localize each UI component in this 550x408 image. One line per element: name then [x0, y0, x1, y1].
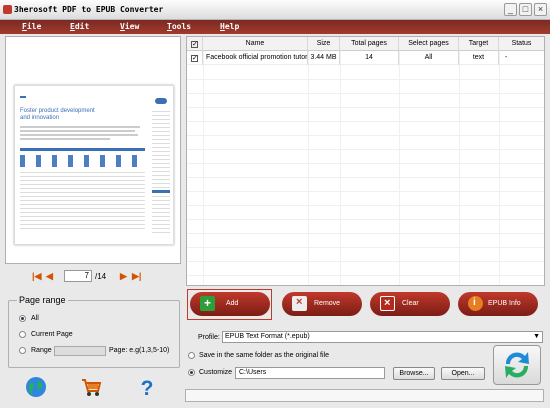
cell-target: text: [459, 51, 499, 65]
convert-icon: [505, 352, 529, 378]
profile-select[interactable]: EPUB Text Format (*.epub) ▼: [222, 331, 543, 343]
open-button[interactable]: Open...: [441, 367, 485, 380]
col-name[interactable]: Name: [203, 37, 308, 51]
title-bar: 3herosoft PDF to EPUB Converter _ □ ×: [0, 0, 550, 20]
range-all-radio[interactable]: [19, 315, 26, 322]
row-checkbox[interactable]: ✓: [187, 51, 203, 65]
col-status[interactable]: Status: [499, 37, 544, 51]
clear-list-icon: ×: [380, 296, 395, 311]
range-all-label: All: [31, 315, 39, 322]
window-title: 3herosoft PDF to EPUB Converter: [14, 5, 164, 14]
epub-info-button[interactable]: i EPUB Info: [458, 292, 538, 316]
col-select-pages[interactable]: Select pages: [399, 37, 459, 51]
prev-page-button[interactable]: ◀: [46, 271, 53, 282]
range-hint: Page: e.g(1,3,5-10): [109, 347, 170, 354]
cell-status: -: [505, 54, 508, 61]
remove-button[interactable]: × Remove: [282, 292, 362, 316]
page-range-title: Page range: [17, 295, 68, 305]
cart-icon[interactable]: [80, 376, 102, 398]
add-file-icon: +: [200, 296, 215, 311]
cell-select-pages[interactable]: All: [399, 51, 459, 65]
minimize-button[interactable]: _: [504, 3, 517, 16]
cell-size: 3.44 MB: [308, 51, 340, 65]
browse-button[interactable]: Browse...: [393, 367, 435, 380]
customize-radio[interactable]: [188, 369, 195, 376]
output-path-input[interactable]: C:\Users: [235, 367, 385, 379]
menu-edit[interactable]: Edit: [70, 22, 89, 31]
col-size[interactable]: Size: [308, 37, 340, 51]
range-input[interactable]: [54, 346, 106, 356]
maximize-button[interactable]: □: [519, 3, 532, 16]
same-folder-radio[interactable]: [188, 352, 195, 359]
menu-file[interactable]: File: [22, 22, 41, 31]
table-row[interactable]: ✓ Facebook official promotion tutori 3.4…: [187, 51, 544, 65]
add-button[interactable]: + Add: [190, 292, 270, 316]
help-icon[interactable]: ?: [136, 376, 158, 398]
last-page-button[interactable]: ▶|: [132, 271, 141, 282]
menu-help[interactable]: Help: [220, 22, 239, 31]
col-target[interactable]: Target: [459, 37, 499, 51]
customize-label: Customize: [199, 369, 233, 376]
range-current-label: Current Page: [31, 331, 73, 338]
app-logo-icon: [3, 5, 12, 14]
menu-tools[interactable]: Tools: [167, 22, 191, 31]
globe-icon[interactable]: [25, 376, 47, 398]
range-custom-radio[interactable]: [19, 347, 26, 354]
profile-label: Profile:: [198, 334, 220, 341]
page-number-input[interactable]: 7: [64, 270, 92, 282]
chevron-down-icon: ▼: [533, 333, 540, 340]
range-custom-label: Range: [31, 347, 52, 354]
next-page-button[interactable]: ▶: [120, 271, 127, 282]
convert-button[interactable]: [493, 345, 541, 385]
page-navigator: |◀ ◀ 7 /14 ▶ ▶|: [32, 270, 152, 284]
cell-total-pages: 14: [340, 51, 399, 65]
same-folder-label: Save in the same folder as the original …: [199, 352, 329, 359]
menu-view[interactable]: View: [120, 22, 139, 31]
first-page-button[interactable]: |◀: [32, 271, 41, 282]
svg-text:?: ?: [141, 377, 154, 398]
pdf-preview-panel: Foster product development and innovatio…: [5, 36, 181, 264]
status-bar: [185, 389, 544, 402]
file-list-table: ✓ Name Size Total pages Select pages Tar…: [186, 36, 545, 286]
info-icon: i: [468, 296, 483, 311]
pdf-page-thumbnail: Foster product development and innovatio…: [14, 85, 174, 245]
cell-name: Facebook official promotion tutori: [203, 51, 308, 65]
select-all-checkbox[interactable]: ✓: [187, 37, 203, 51]
remove-file-icon: ×: [292, 296, 307, 311]
col-total-pages[interactable]: Total pages: [340, 37, 399, 51]
page-total: /14: [95, 272, 107, 281]
table-header: ✓ Name Size Total pages Select pages Tar…: [187, 37, 544, 51]
close-button[interactable]: ×: [534, 3, 547, 16]
range-current-radio[interactable]: [19, 331, 26, 338]
clear-button[interactable]: × Clear: [370, 292, 450, 316]
page-range-group: Page range All Current Page Range Page: …: [8, 295, 180, 368]
preview-headline: Foster product development and innovatio…: [20, 108, 95, 121]
menu-bar: File Edit View Tools Help: [0, 20, 550, 34]
